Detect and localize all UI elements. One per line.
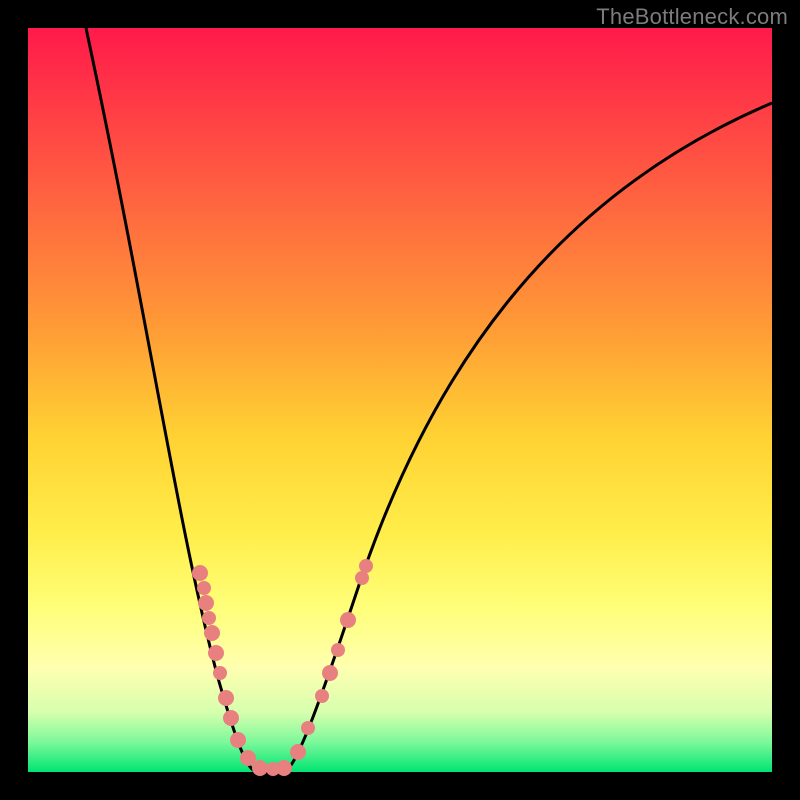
- data-marker: [230, 732, 246, 748]
- data-marker: [331, 643, 345, 657]
- data-marker: [359, 559, 373, 573]
- data-marker: [340, 612, 356, 628]
- data-marker: [192, 565, 208, 581]
- data-marker: [213, 666, 227, 680]
- data-marker: [301, 721, 315, 735]
- data-marker: [204, 625, 220, 641]
- marker-group: [192, 559, 373, 776]
- chart-plot-area: [28, 28, 772, 772]
- data-marker: [202, 611, 216, 625]
- data-marker: [218, 690, 234, 706]
- bottleneck-curve: [86, 28, 772, 772]
- data-marker: [276, 760, 292, 776]
- chart-svg: [28, 28, 772, 772]
- data-marker: [208, 645, 224, 661]
- chart-frame: TheBottleneck.com: [0, 0, 800, 800]
- data-marker: [252, 760, 268, 776]
- data-marker: [290, 744, 306, 760]
- data-marker: [223, 710, 239, 726]
- data-marker: [197, 581, 211, 595]
- data-marker: [198, 595, 214, 611]
- data-marker: [322, 665, 338, 681]
- data-marker: [355, 571, 369, 585]
- data-marker: [315, 689, 329, 703]
- watermark-text: TheBottleneck.com: [596, 4, 788, 30]
